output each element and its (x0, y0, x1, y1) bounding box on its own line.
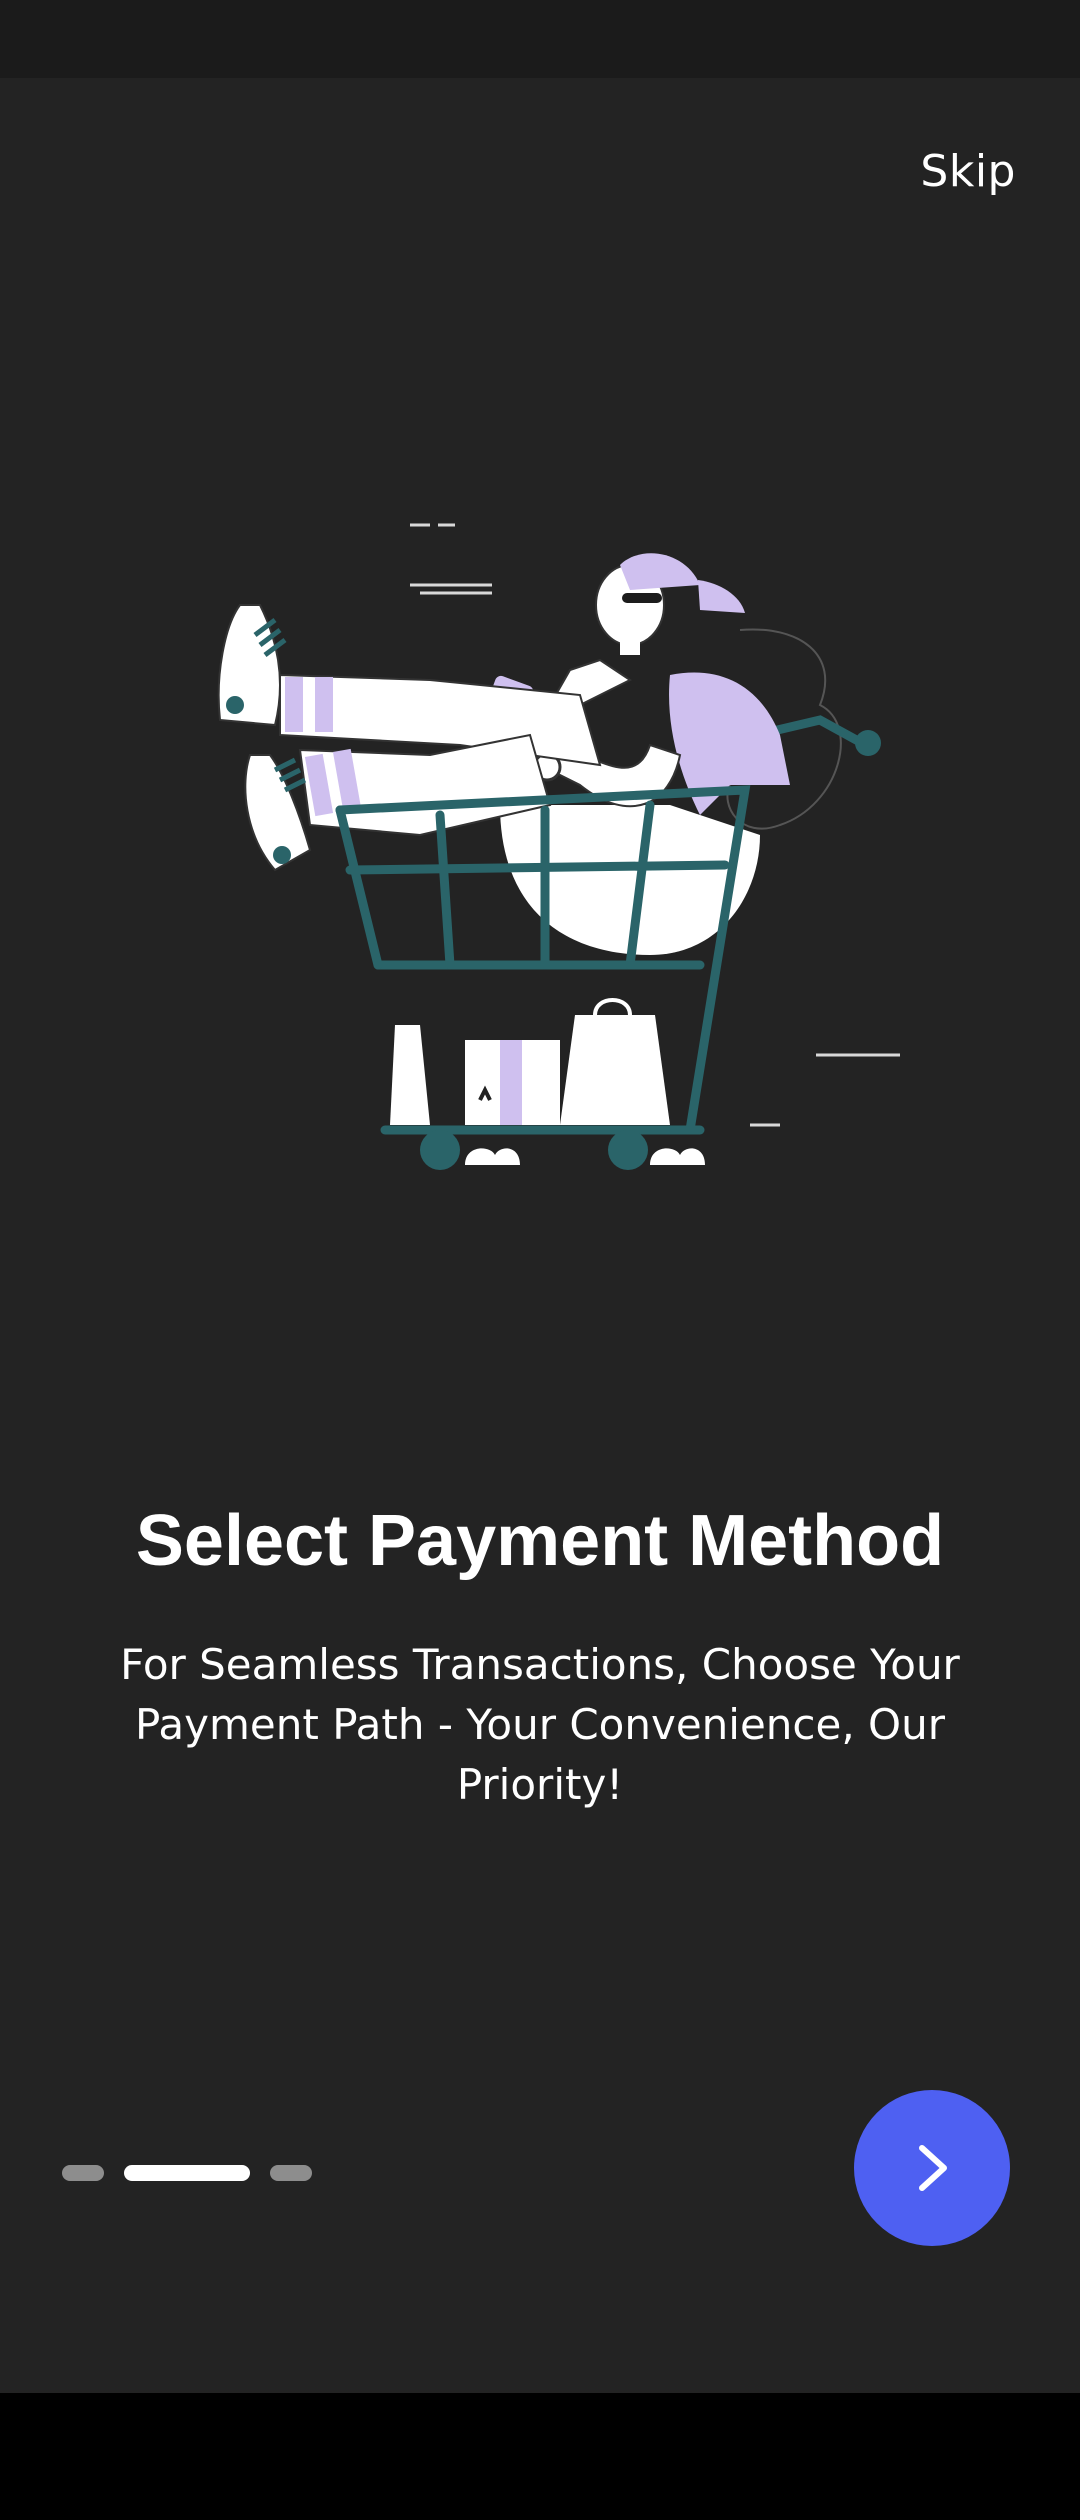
page-indicator (62, 2165, 312, 2181)
skip-button[interactable]: Skip (920, 146, 1016, 197)
navigation-bar (0, 2393, 1080, 2520)
shopping-cart-illustration (200, 505, 900, 1195)
status-bar (0, 0, 1080, 78)
page-subtitle: For Seamless Transactions, Choose Your P… (120, 1640, 960, 1809)
chevron-right-icon (919, 2145, 947, 2191)
page-dot-2-active (124, 2165, 250, 2181)
next-button[interactable] (854, 2090, 1010, 2246)
page-dot-1 (62, 2165, 104, 2181)
page-title: Select Payment Method (135, 1501, 945, 1581)
page-dot-3 (270, 2165, 312, 2181)
